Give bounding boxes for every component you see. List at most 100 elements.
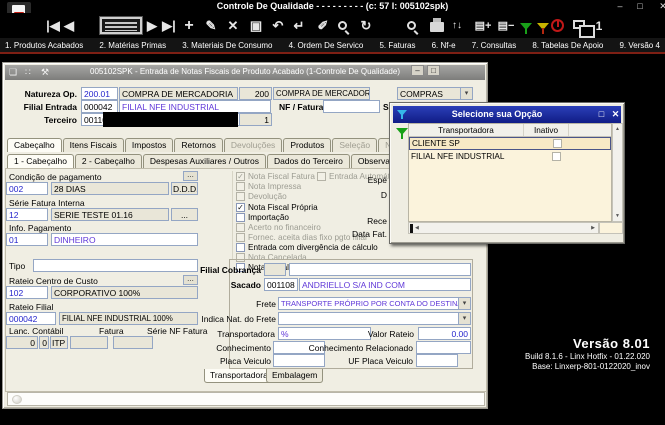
condicao-code-field[interactable]: 002 xyxy=(6,182,48,195)
maximize-button[interactable]: □ xyxy=(632,0,648,12)
natureza-code-field[interactable]: 200.01 xyxy=(81,87,118,100)
checkbox[interactable] xyxy=(236,243,245,252)
valor-rateio-field[interactable]: 0.00 xyxy=(418,327,471,340)
info-pagamento-label: Info. Pagamento xyxy=(9,223,71,233)
subtab-dados-terceiro[interactable]: Dados do Terceiro xyxy=(267,154,350,168)
add-icon[interactable]: + xyxy=(181,16,197,36)
chevron-down-icon[interactable]: ▾ xyxy=(460,88,472,99)
sacado-desc-field[interactable]: ANDRIELLO S/A IND COM xyxy=(299,278,471,291)
add-detail-icon[interactable]: ▤+ xyxy=(473,16,493,36)
record-list-icon[interactable] xyxy=(100,17,142,34)
close-button[interactable]: ✕ xyxy=(655,0,665,12)
terceiro-num-field: 1 xyxy=(239,113,272,126)
serie-fatura-code-field[interactable]: 12 xyxy=(6,208,48,221)
popup-maximize-button[interactable]: □ xyxy=(595,108,608,121)
serie-more-button[interactable]: ... xyxy=(171,208,198,221)
vertical-scrollbar[interactable]: ▲ ▼ xyxy=(612,123,623,222)
filter-clear-icon[interactable] xyxy=(537,23,549,30)
tab-cabecalho[interactable]: Cabeçalho xyxy=(7,138,62,152)
exit-icon[interactable] xyxy=(551,19,564,32)
sacado-code-field[interactable]: 001108 xyxy=(264,278,298,291)
checkbox[interactable]: ✓ xyxy=(236,203,245,212)
tab-itens-fiscais[interactable]: Itens Fiscais xyxy=(63,138,124,152)
window-restore-icon[interactable]: ❏ xyxy=(9,67,17,78)
check-importacao[interactable]: Importação xyxy=(236,213,289,222)
bottom-tab-embalagem[interactable]: Embalagem xyxy=(266,369,323,383)
menu-nfe[interactable]: 6. Nf-e xyxy=(432,41,456,50)
menu-produtos-acabados[interactable]: 1. Produtos Acabados xyxy=(5,41,83,50)
inativo-checkbox[interactable] xyxy=(552,152,561,161)
tab-impostos[interactable]: Impostos xyxy=(125,138,174,152)
filial-cobranca-desc-field[interactable] xyxy=(289,263,471,276)
menu-materiais-consumo[interactable]: 3. Materiais De Consumo xyxy=(182,41,272,50)
print-icon[interactable] xyxy=(430,22,444,32)
uf-placa-field[interactable] xyxy=(416,354,458,367)
search-icon[interactable] xyxy=(338,21,347,30)
check-divergencia-calculo[interactable]: Entrada com divergência de cálculo xyxy=(236,243,378,252)
bottom-tab-transportadora[interactable]: Transportadora xyxy=(204,369,274,383)
menu-faturas[interactable]: 5. Faturas xyxy=(379,41,415,50)
transportadora-field[interactable]: % xyxy=(278,327,371,340)
rateio-filial-code-field[interactable]: 000042 xyxy=(6,312,56,325)
brush-icon[interactable]: ✐ xyxy=(315,16,331,36)
scroll-right-icon[interactable]: ▶ xyxy=(591,225,595,231)
tab-produtos[interactable]: Produtos xyxy=(283,138,331,152)
monitors-icon[interactable] xyxy=(573,20,585,29)
last-record-icon[interactable]: ▶| xyxy=(160,16,178,36)
menu-consultas[interactable]: 7. Consultas xyxy=(472,41,516,50)
sort-icon[interactable]: ↑↓ xyxy=(448,16,466,36)
tab-retornos[interactable]: Retornos xyxy=(174,138,223,152)
tipo-field[interactable] xyxy=(33,259,198,272)
rateio-cc-more-button[interactable]: ... xyxy=(183,275,198,285)
form-minimize-button[interactable]: – xyxy=(411,65,424,76)
rateio-cc-code-field[interactable]: 102 xyxy=(6,286,48,299)
grid-row-cliente-sp[interactable]: CLIENTE SP xyxy=(409,137,611,150)
subtab-1-cabecalho[interactable]: 1 - Cabeçalho xyxy=(7,154,74,168)
horizontal-scrollbar[interactable]: ◀ ▶ xyxy=(408,222,599,234)
info-desc-field[interactable]: DINHEIRO xyxy=(51,233,198,246)
chevron-down-icon[interactable]: ▾ xyxy=(458,298,470,309)
subtab-2-cabecalho[interactable]: 2 - Cabeçalho xyxy=(75,154,142,168)
info-code-field[interactable]: 01 xyxy=(6,233,48,246)
frete-dropdown[interactable]: TRANSPORTE PRÓPRIO POR CONTA DO DESTINAT… xyxy=(278,297,471,310)
subtab-despesas[interactable]: Despesas Auxiliares / Outros xyxy=(143,154,266,168)
undo-icon[interactable]: ↶ xyxy=(270,16,286,36)
menu-versao4[interactable]: 9. Versão 4 xyxy=(619,41,659,50)
column-inativo[interactable]: Inativo xyxy=(524,124,569,136)
checkbox[interactable] xyxy=(236,213,245,222)
tipo-compra-dropdown[interactable]: COMPRAS▾ xyxy=(397,87,473,100)
preview-icon[interactable] xyxy=(407,21,416,30)
grid-row-filial-nfe[interactable]: FILIAL NFE INDUSTRIAL xyxy=(409,150,611,163)
filter-green-icon[interactable] xyxy=(396,128,408,135)
grid-dots-icon[interactable]: ∷ xyxy=(25,67,30,78)
save-icon[interactable]: ▣ xyxy=(248,16,264,36)
filter-icon[interactable] xyxy=(520,23,532,30)
placa-veiculo-field[interactable] xyxy=(273,354,325,367)
conhecimento-relacionado-field[interactable] xyxy=(416,341,471,354)
condicao-more-button[interactable]: ... xyxy=(183,171,198,181)
previous-record-icon[interactable]: ◀ xyxy=(62,16,76,36)
menu-ordem-servico[interactable]: 4. Ordem De Servico xyxy=(289,41,364,50)
scroll-left-icon[interactable]: ◀ xyxy=(415,225,419,231)
confirm-icon[interactable]: ↵ xyxy=(291,16,307,36)
next-record-icon[interactable]: ▶ xyxy=(145,16,159,36)
form-maximize-button[interactable]: □ xyxy=(427,65,440,76)
column-transportadora[interactable]: Transportadora xyxy=(409,124,524,136)
refresh-icon[interactable]: ↻ xyxy=(358,16,374,36)
scroll-up-icon[interactable]: ▲ xyxy=(613,126,622,132)
version-title: Versão 8.01 xyxy=(525,336,650,351)
popup-close-button[interactable]: ✕ xyxy=(609,108,622,121)
minimize-button[interactable]: – xyxy=(612,0,628,12)
scroll-down-icon[interactable]: ▼ xyxy=(613,213,622,219)
indica-nat-frete-dropdown[interactable]: ▾ xyxy=(278,312,471,325)
remove-detail-icon[interactable]: ▤− xyxy=(496,16,516,36)
nf-fatura-field[interactable] xyxy=(323,100,380,113)
menu-materias-primas[interactable]: 2. Matérias Primas xyxy=(99,41,166,50)
chevron-down-icon[interactable]: ▾ xyxy=(458,313,470,324)
menu-tabelas-apoio[interactable]: 8. Tabelas De Apoio xyxy=(532,41,603,50)
check-nota-fiscal-propria[interactable]: ✓Nota Fiscal Própria xyxy=(236,203,318,212)
first-record-icon[interactable]: |◀ xyxy=(44,16,62,36)
inativo-checkbox[interactable] xyxy=(553,139,562,148)
delete-icon[interactable]: ✕ xyxy=(225,16,241,36)
edit-icon[interactable]: ✎ xyxy=(203,16,219,36)
